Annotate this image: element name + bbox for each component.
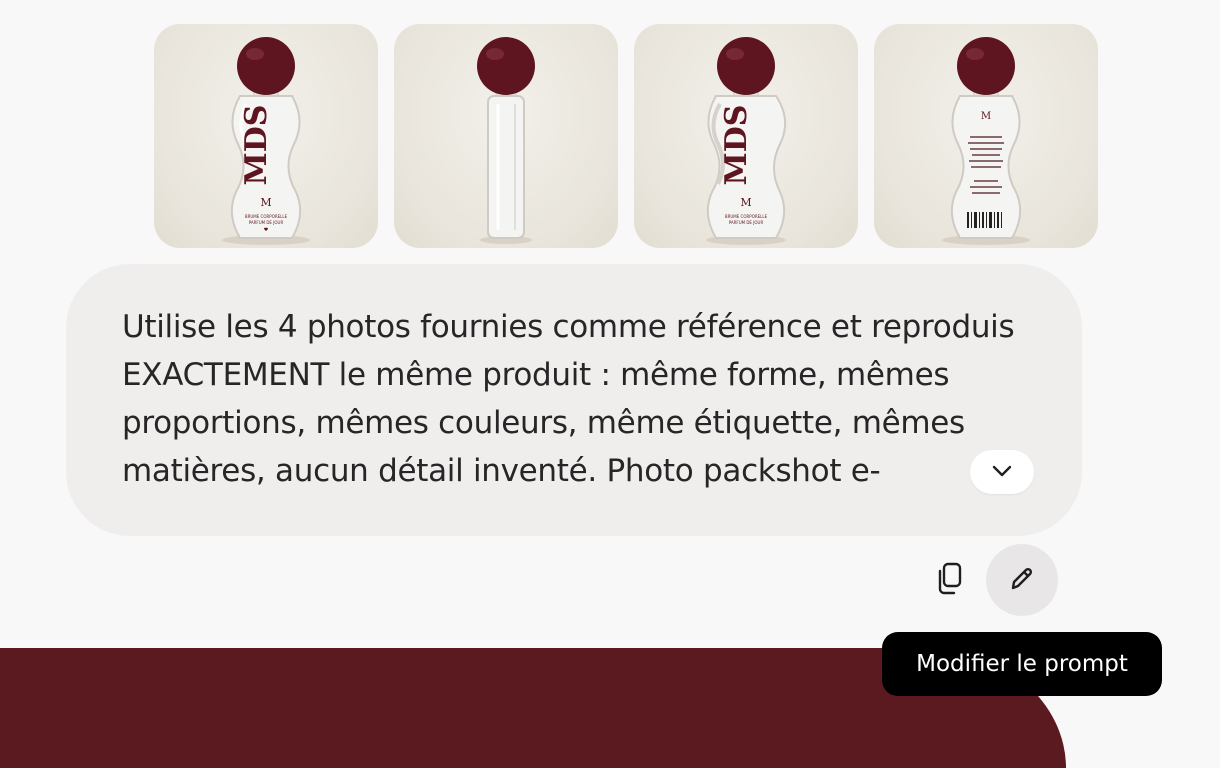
reference-image-angle[interactable]: MDS M BRUME CORPORELLE PARFUM DE JOUR [634,24,858,248]
bottle-front-image: MDS M BRUME CORPORELLE PARFUM DE JOUR [222,37,310,245]
svg-text:BRUME CORPORELLE: BRUME CORPORELLE [725,214,768,219]
reference-image-back[interactable]: M [874,24,1098,248]
svg-text:BRUME CORPORELLE: BRUME CORPORELLE [245,214,288,219]
bottle-side-image [477,37,535,244]
svg-text:M: M [981,111,991,122]
bottle-back-image: M [942,37,1030,245]
edit-prompt-tooltip: Modifier le prompt [882,632,1162,696]
edit-prompt-button[interactable] [986,544,1058,616]
prompt-bubble: Utilise les 4 photos fournies comme réfé… [66,264,1082,536]
tooltip-label: Modifier le prompt [916,651,1128,677]
svg-text:M: M [260,196,271,209]
reference-image-side[interactable] [394,24,618,248]
expand-button[interactable] [970,450,1034,494]
svg-text:MDS: MDS [719,105,754,186]
svg-text:PARFUM DE JOUR: PARFUM DE JOUR [729,220,764,225]
copy-button[interactable] [914,544,986,616]
reference-images: MDS M BRUME CORPORELLE PARFUM DE JOUR MD [154,24,1098,248]
svg-text:PARFUM DE JOUR: PARFUM DE JOUR [249,220,284,225]
chevron-down-icon [991,464,1013,481]
pencil-icon [1008,565,1036,596]
copy-icon [935,562,965,599]
svg-text:M: M [740,196,751,209]
prompt-text: Utilise les 4 photos fournies comme réfé… [122,309,1015,489]
bottle-angle-image: MDS M BRUME CORPORELLE PARFUM DE JOUR [706,37,787,245]
svg-text:MDS: MDS [239,105,274,186]
message-actions [914,544,1058,616]
reference-image-front[interactable]: MDS M BRUME CORPORELLE PARFUM DE JOUR [154,24,378,248]
